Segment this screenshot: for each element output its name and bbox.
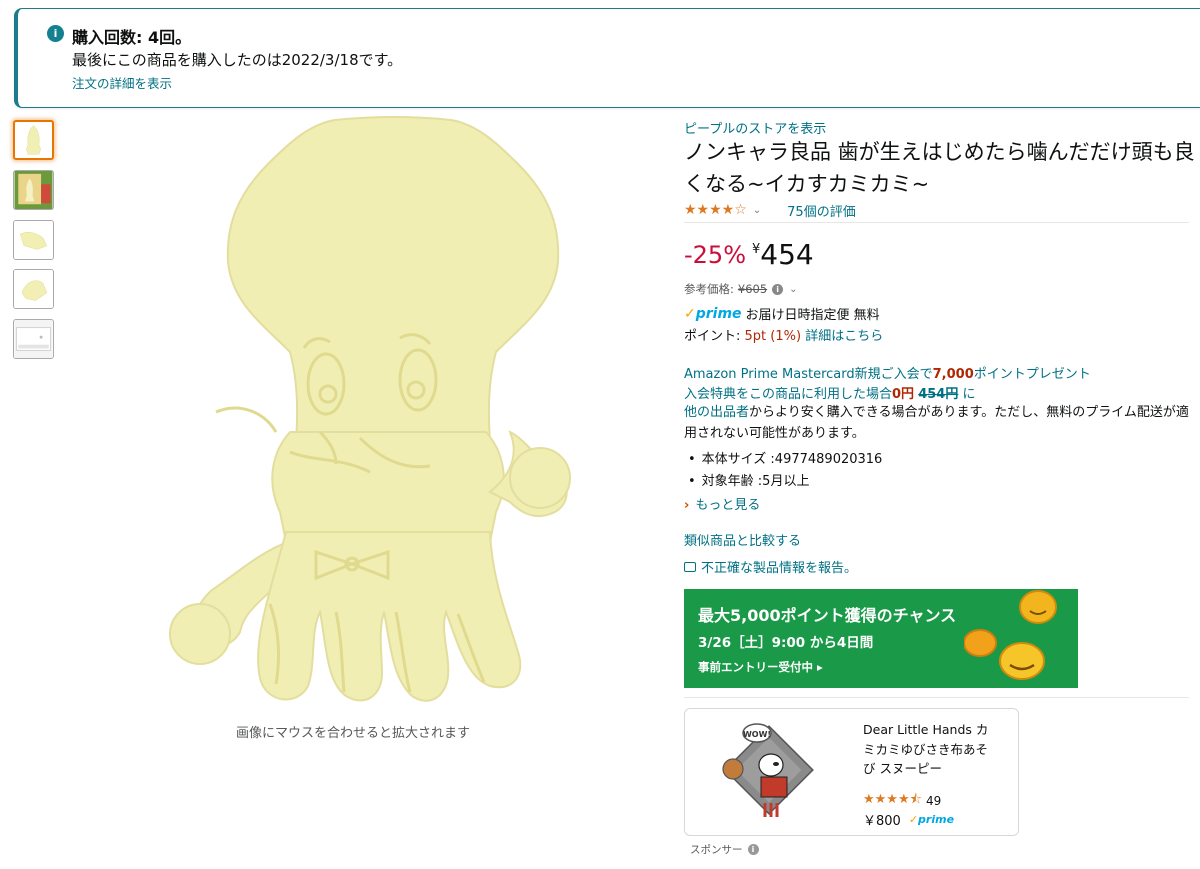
spec-list: 本体サイズ :4977489020316 対象年齢 :5月以上	[684, 449, 883, 493]
compare-similar-link[interactable]: 類似商品と比較する	[684, 530, 801, 549]
main-product-image[interactable]	[140, 112, 590, 712]
chevron-down-icon[interactable]: ⌄	[753, 205, 761, 216]
order-details-link[interactable]: 注文の詳細を表示	[72, 73, 172, 92]
prime-delivery: ✓prime お届け日時指定便 無料	[684, 304, 880, 324]
banner-date: 3/26［土］9:00 から4日間	[698, 635, 874, 651]
prime-logo: ✓prime	[684, 305, 742, 322]
see-more-link[interactable]: › もっと見る	[684, 494, 760, 513]
squid-teether-thumb-icon	[15, 122, 52, 158]
spec-item: 本体サイズ :4977489020316	[684, 449, 883, 471]
reference-price-label: 参考価格:	[684, 282, 734, 296]
thumbnail-3[interactable]	[13, 220, 54, 260]
reference-price-value: ¥605	[737, 282, 768, 296]
store-link[interactable]: ピープルのストアを表示	[684, 118, 826, 137]
chevron-right-icon: ›	[684, 498, 690, 513]
divider	[684, 222, 1189, 223]
banner-entry: 事前エントリー受付中 ▸	[698, 660, 823, 674]
side-view-thumb-icon	[14, 221, 53, 259]
points-label: ポイント:	[684, 329, 741, 344]
rating-summary[interactable]: ★★★★☆ ⌄ 75個の評価	[684, 200, 856, 220]
thumbnail-4[interactable]	[13, 269, 54, 309]
points-percent: (1%)	[770, 329, 802, 344]
star-rating-icon[interactable]: ★★★★☆	[684, 202, 747, 218]
review-count-link[interactable]: 75個の評価	[787, 201, 856, 220]
product-title: ノンキャラ良品 歯が生えはじめたら噛んだだけ頭も良くなる~イカすカミカミ~	[684, 140, 1195, 196]
divider	[684, 697, 1189, 698]
ad-review-count: 49	[925, 794, 942, 808]
other-sellers-link[interactable]: 他の出品者	[684, 405, 749, 420]
mastercard-offer-price[interactable]: 入会特典をこの商品に利用した場合0円 454円 に	[684, 383, 976, 402]
purchase-history-notice: i 購入回数: 4回。 最後にこの商品を購入したのは2022/3/18です。 注…	[14, 8, 1200, 108]
spec-item: 対象年齢 :5月以上	[684, 471, 882, 493]
sponsored-product-card[interactable]: WOW! Dear Little Hands カミカミゆびさき布あそび スヌーピ…	[684, 708, 1019, 836]
angle-view-thumb-icon	[14, 270, 53, 308]
info-icon: i	[47, 25, 64, 42]
snoopy-toy-image[interactable]: WOW!	[713, 719, 823, 829]
points-campaign-banner[interactable]: 最大5,000ポイント獲得のチャンス 3/26［土］9:00 から4日間 事前エ…	[684, 589, 1078, 688]
points-details-link[interactable]: 詳細はこちら	[805, 329, 883, 344]
currency-symbol: ¥	[752, 242, 761, 257]
reference-price: 参考価格: ¥605 i ⌄	[684, 281, 798, 297]
box-view-thumb-icon	[14, 320, 53, 358]
ad-price-value: ￥800	[863, 814, 901, 829]
package-thumb-icon	[14, 171, 53, 209]
price-block: -25% ¥ 454	[684, 238, 814, 272]
delivery-text: お届け日時指定便 無料	[745, 308, 880, 323]
thumbnail-2[interactable]	[13, 170, 54, 210]
info-icon[interactable]: i	[747, 844, 759, 855]
last-purchase-date: 最後にこの商品を購入したのは2022/3/18です。	[72, 51, 403, 69]
sponsored-label: スポンサー i	[690, 842, 759, 857]
purchase-count-title: 購入回数: 4回。	[72, 28, 192, 47]
mastercard-offer-link[interactable]: Amazon Prime Mastercard新規ご入会で7,000ポイントプレ…	[684, 363, 1091, 382]
coins-icon	[964, 590, 1057, 680]
chevron-down-icon[interactable]: ⌄	[789, 284, 797, 295]
price-value: 454	[760, 238, 814, 271]
thumbnail-1[interactable]	[13, 120, 54, 160]
report-info-link[interactable]: 不正確な製品情報を報告。	[684, 557, 857, 576]
points-value: 5pt	[744, 329, 767, 344]
wow-badge: WOW!	[743, 730, 771, 739]
banner-headline: 最大5,000ポイント獲得のチャンス	[698, 606, 957, 625]
ad-rating[interactable]: ★★★★⯪ 49	[863, 790, 941, 812]
points-info: ポイント: 5pt (1%) 詳細はこちら	[684, 325, 883, 344]
star-rating-icon: ★★★★⯪	[863, 792, 922, 807]
other-sellers-note: 他の出品者からより安く購入できる場合があります。ただし、無料のプライム配送が適用…	[684, 405, 1189, 441]
prime-logo: ✓prime	[908, 813, 955, 826]
thumbnail-5[interactable]	[13, 319, 54, 359]
discount-percent: -25%	[684, 241, 747, 269]
ad-price: ￥800 ✓prime	[863, 810, 958, 829]
message-icon	[684, 561, 696, 572]
zoom-hint: 画像にマウスを合わせると拡大されます	[236, 726, 471, 741]
info-icon[interactable]: i	[772, 283, 784, 295]
ad-product-title[interactable]: Dear Little Hands カミカミゆびさき布あそび スヌーピー	[863, 720, 995, 779]
